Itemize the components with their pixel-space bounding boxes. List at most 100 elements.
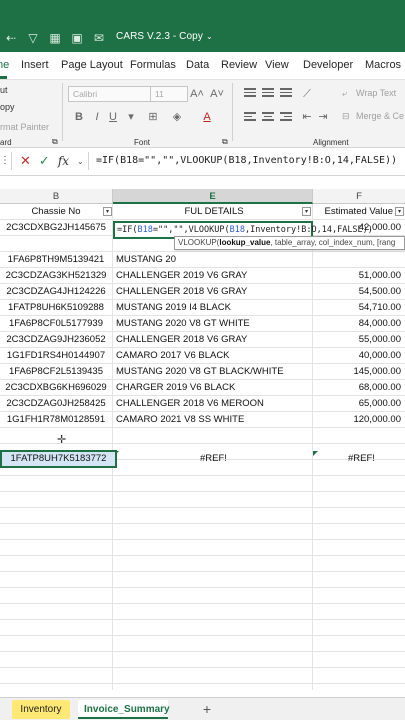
column-header-f[interactable]: F	[313, 189, 405, 204]
empty-cell[interactable]	[113, 540, 313, 556]
column-header-e[interactable]: E	[113, 189, 313, 204]
align-bottom-icon[interactable]	[280, 88, 292, 98]
empty-cell[interactable]	[0, 684, 113, 690]
tab-review[interactable]: Review	[221, 59, 257, 71]
empty-cell[interactable]	[113, 604, 313, 620]
empty-cell[interactable]	[113, 428, 313, 444]
empty-cell[interactable]	[113, 556, 313, 572]
tab-data[interactable]: Data	[186, 59, 209, 71]
merge-center-button[interactable]: Merge & Ce	[356, 111, 404, 121]
empty-cell[interactable]	[313, 652, 405, 668]
empty-cell[interactable]	[113, 668, 313, 684]
empty-cell[interactable]	[313, 476, 405, 492]
cell-value[interactable]: 51,000.00	[313, 268, 405, 284]
filter-dropdown-icon[interactable]: ▾	[302, 207, 311, 216]
orientation-icon[interactable]: ⟋	[300, 87, 314, 101]
cell-value[interactable]: 54,500.00	[313, 284, 405, 300]
cell-chassis[interactable]: 2C3CDZAG0JH258425	[0, 396, 113, 412]
grow-font-icon[interactable]: A˄	[190, 87, 204, 101]
cell-value[interactable]: 55,000.00	[313, 332, 405, 348]
cell-details[interactable]: CHALLENGER 2018 V6 GRAY	[113, 284, 313, 300]
tab-developer[interactable]: Developer	[303, 59, 353, 71]
empty-cell[interactable]	[0, 668, 113, 684]
font-dialog-launcher-icon[interactable]: ⧉	[222, 137, 228, 147]
cell-details[interactable]: CHALLENGER 2018 V6 GRAY	[113, 332, 313, 348]
chevron-down-icon[interactable]: ⌄	[77, 157, 84, 166]
underline-icon[interactable]: U	[106, 110, 120, 124]
empty-cell[interactable]	[113, 588, 313, 604]
empty-cell[interactable]	[0, 636, 113, 652]
header-chassis[interactable]: Chassie No	[0, 204, 113, 220]
cell-details[interactable]: MUSTANG 2019 I4 BLACK	[113, 300, 313, 316]
insert-function-icon[interactable]: fx	[58, 154, 69, 168]
cell-details[interactable]: MUSTANG 2020 V8 GT BLACK/WHITE	[113, 364, 313, 380]
filter-dropdown-icon[interactable]: ▾	[103, 207, 112, 216]
empty-cell[interactable]	[113, 492, 313, 508]
cell-chassis[interactable]: 1FA6P8TH9M5139421	[0, 252, 113, 268]
align-right-icon[interactable]	[280, 112, 292, 122]
fill-color-icon[interactable]: ◈	[170, 110, 184, 124]
cell-chassis[interactable]	[0, 236, 113, 252]
empty-cell[interactable]	[0, 572, 113, 588]
increase-indent-icon[interactable]: ⇥	[316, 110, 330, 124]
empty-cell[interactable]	[313, 572, 405, 588]
italic-icon[interactable]: I	[90, 110, 104, 124]
sheet-tab-invoice-summary[interactable]: Invoice_Summary	[78, 700, 170, 719]
window-title[interactable]: CARS V.2.3 - Copy ⌄	[116, 31, 213, 42]
cell-value[interactable]: 54,710.00	[313, 300, 405, 316]
cell-chassis[interactable]: 1FATP8UH6K5109288	[0, 300, 113, 316]
copy-button[interactable]: opy	[0, 102, 15, 112]
empty-cell[interactable]	[0, 604, 113, 620]
sheet-tab-inventory[interactable]: Inventory	[12, 700, 70, 719]
cell-value[interactable]: 120,000.00	[313, 412, 405, 428]
borders-grid-icon[interactable]: ⊞	[146, 110, 160, 124]
borders-icon[interactable]: ▾	[124, 110, 138, 124]
align-left-icon[interactable]	[244, 112, 256, 122]
cell-chassis[interactable]: 1FA6P8CF2L5139435	[0, 364, 113, 380]
cell-chassis[interactable]: 2C3CDXBG6KH696029	[0, 380, 113, 396]
empty-cell[interactable]	[113, 524, 313, 540]
decrease-indent-icon[interactable]: ⇤	[300, 110, 314, 124]
cell-value[interactable]: 84,000.00	[313, 316, 405, 332]
empty-cell[interactable]	[0, 588, 113, 604]
align-center-icon[interactable]	[262, 112, 274, 122]
empty-cell[interactable]	[0, 508, 113, 524]
cell-details[interactable]: MUSTANG 20	[113, 252, 313, 268]
empty-cell[interactable]	[113, 636, 313, 652]
back-icon[interactable]: ⇠	[0, 29, 22, 47]
cell-chassis[interactable]: 2C3CDXBG2JH145675	[0, 220, 113, 236]
font-color-icon[interactable]: A	[200, 110, 214, 124]
header-details[interactable]: FUL DETAILS	[113, 204, 313, 220]
align-middle-icon[interactable]	[262, 88, 274, 98]
font-size-select[interactable]: 11	[150, 86, 188, 102]
cell-value[interactable]: 40,000.00	[313, 348, 405, 364]
tab-home[interactable]: ne	[0, 59, 9, 71]
function-tooltip[interactable]: VLOOKUP(lookup_value, table_array, col_i…	[174, 236, 405, 250]
cell-details[interactable]: CHALLENGER 2018 V6 MEROON	[113, 396, 313, 412]
cell-value[interactable]: 68,000.00	[313, 380, 405, 396]
empty-cell[interactable]	[313, 524, 405, 540]
details-error[interactable]: #REF!	[200, 453, 227, 464]
sheet-grid[interactable]: Chassie No ▾ FUL DETAILS ▾ Estimated Val…	[0, 204, 405, 690]
empty-cell[interactable]	[113, 572, 313, 588]
cell-details[interactable]: CAMARO 2017 V6 BLACK	[113, 348, 313, 364]
empty-cell[interactable]	[313, 604, 405, 620]
dialog-launcher-icon[interactable]: ⧉	[52, 137, 58, 147]
empty-cell[interactable]	[113, 476, 313, 492]
shrink-font-icon[interactable]: A˅	[210, 87, 224, 101]
cell-chassis[interactable]: 1G1FH1R78M0128591	[0, 412, 113, 428]
empty-cell[interactable]	[313, 428, 405, 444]
empty-cell[interactable]	[313, 492, 405, 508]
name-box-dropdown-icon[interactable]: ⋮	[0, 152, 12, 170]
empty-cell[interactable]	[313, 668, 405, 684]
cell-chassis[interactable]: 2C3CDZAG9JH236052	[0, 332, 113, 348]
cell-details[interactable]: MUSTANG 2020 V8 GT WHITE	[113, 316, 313, 332]
empty-cell[interactable]	[313, 620, 405, 636]
cell-chassis[interactable]: 2C3CDZAG3KH521329	[0, 268, 113, 284]
empty-cell[interactable]	[313, 556, 405, 572]
format-painter-button[interactable]: rmat Painter	[0, 122, 49, 132]
filter-icon[interactable]: ▽	[22, 29, 44, 47]
empty-cell[interactable]	[313, 540, 405, 556]
column-header-b[interactable]: B	[0, 189, 113, 204]
header-value[interactable]: Estimated Value	[313, 204, 405, 220]
